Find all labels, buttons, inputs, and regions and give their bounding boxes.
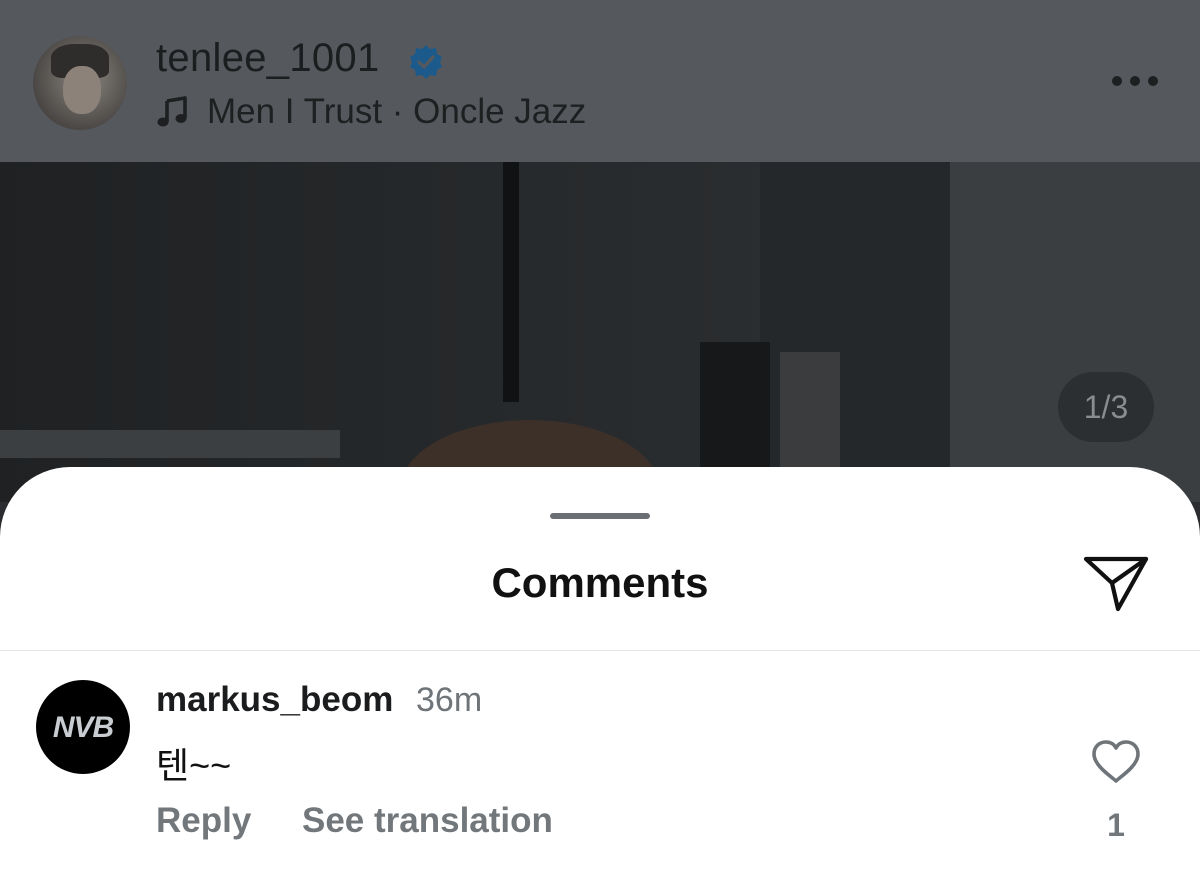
post-author-avatar[interactable] [33,36,127,130]
commenter-avatar[interactable]: NVB [36,680,130,774]
music-note-icon [157,96,187,127]
post-photo[interactable]: 1/3 [0,162,1200,502]
post-header: tenlee_1001 Men I Trust · Oncle Jazz [0,0,1200,162]
reply-button[interactable]: Reply [156,801,251,841]
music-track-label[interactable]: Men I Trust · Oncle Jazz [207,92,586,132]
sheet-drag-handle[interactable] [550,513,650,519]
comment-timestamp: 36m [416,681,483,719]
avatar-logo-text: NVB [52,711,114,744]
post-author-username[interactable]: tenlee_1001 [156,36,380,81]
comments-sheet: Comments NVB markus_beom 36m 텐~~ Reply S… [0,467,1200,887]
see-translation-button[interactable]: See translation [302,801,553,841]
divider [0,650,1200,651]
sheet-title: Comments [491,559,709,606]
comment-text: 텐~~ [156,745,232,786]
heart-icon[interactable] [1090,739,1142,785]
more-options-icon[interactable] [1110,74,1160,88]
commenter-username[interactable]: markus_beom [156,680,393,720]
carousel-page-indicator: 1/3 [1058,372,1154,442]
verified-badge-icon [410,45,442,79]
send-icon[interactable] [1080,551,1152,615]
like-count: 1 [1107,807,1125,843]
